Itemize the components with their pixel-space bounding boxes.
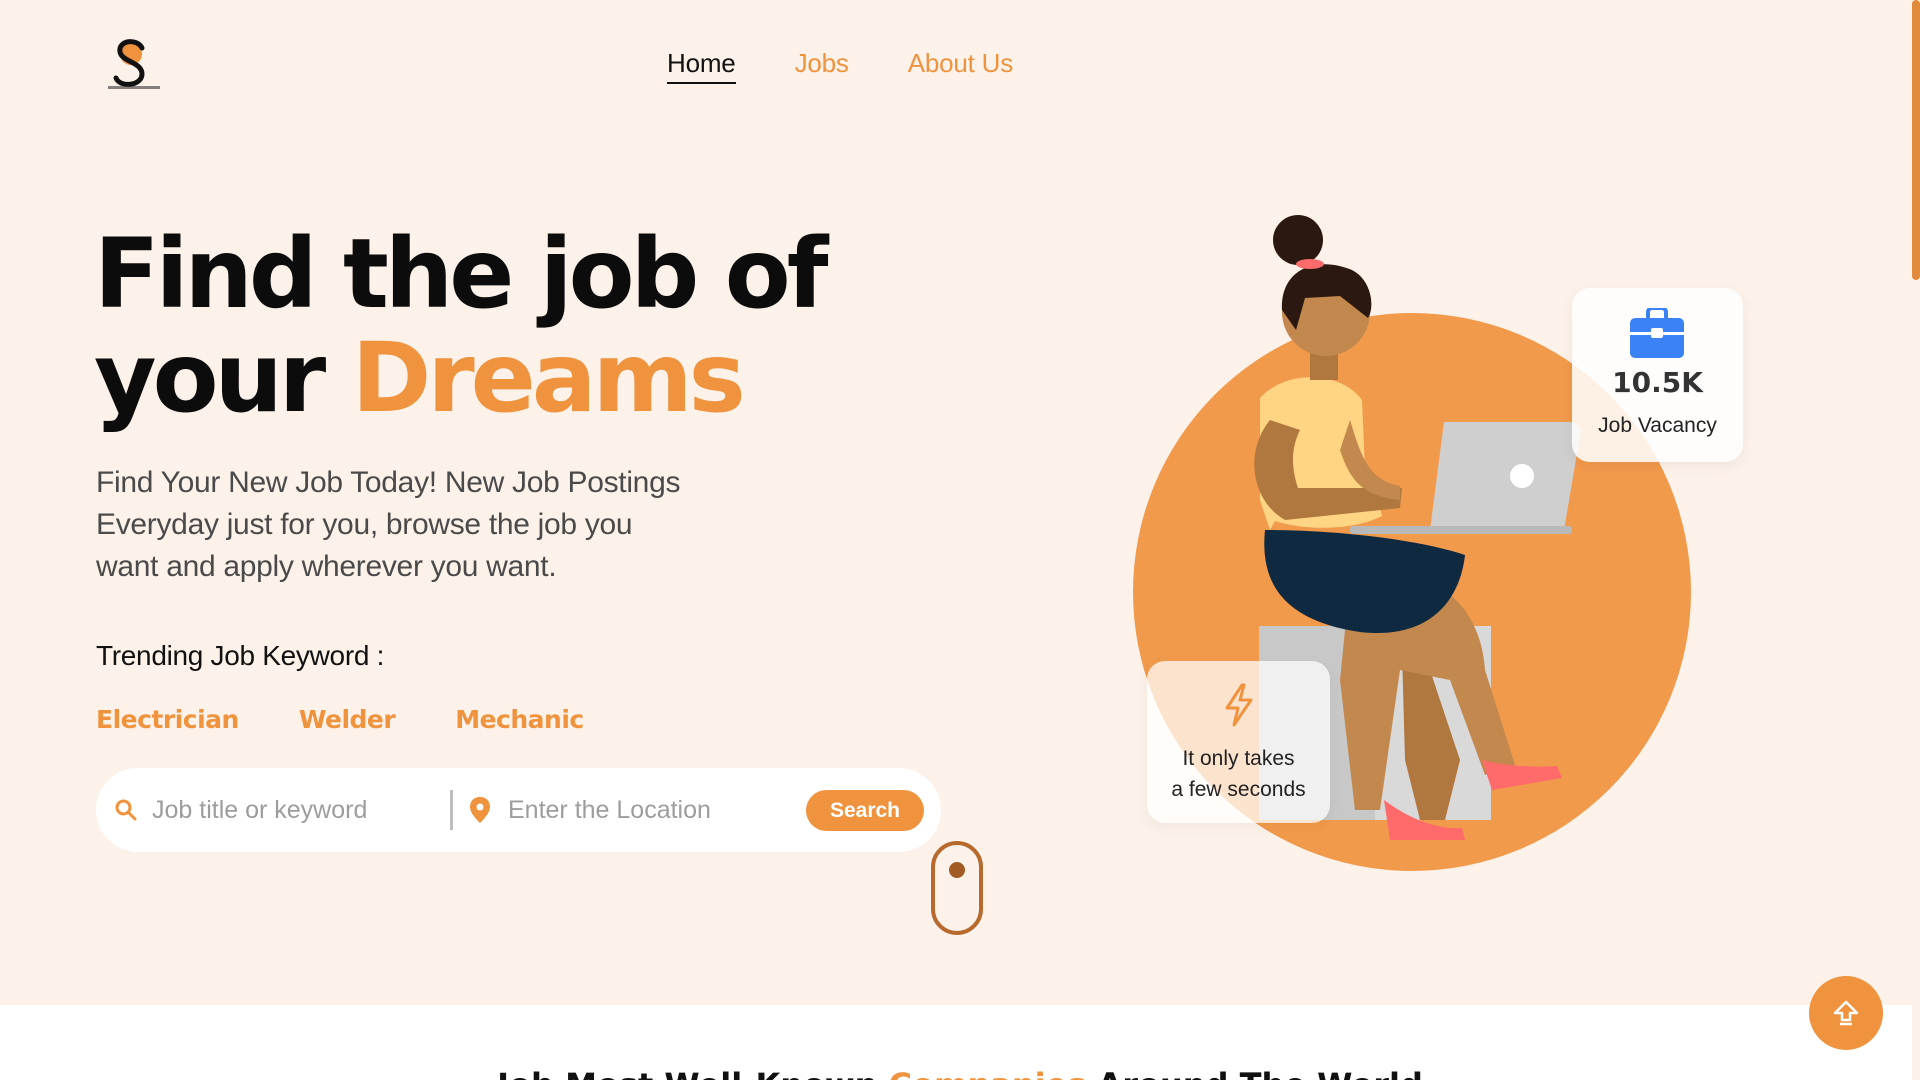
hero-subtitle-line3: want and apply wherever you want. xyxy=(96,550,557,583)
hero-subtitle-line2: Everyday just for you, browse the job yo… xyxy=(96,508,633,541)
hero-title-prefix: your xyxy=(94,322,326,434)
search-icon xyxy=(115,799,137,821)
job-vacancy-value: 10.5K xyxy=(1612,366,1703,399)
logo[interactable] xyxy=(104,36,164,94)
nav-jobs[interactable]: Jobs xyxy=(795,48,849,79)
briefcase-icon xyxy=(1630,308,1684,358)
hero-title-line1: Find the job of xyxy=(94,218,828,330)
job-vacancy-label: Job Vacancy xyxy=(1598,414,1717,437)
keyword-welder[interactable]: Welder xyxy=(299,705,396,734)
nav-about-us[interactable]: About Us xyxy=(908,48,1014,79)
trending-keywords: Electrician Welder Mechanic xyxy=(96,705,584,734)
search-divider xyxy=(450,790,453,830)
nav-home[interactable]: Home xyxy=(667,48,736,84)
search-button[interactable]: Search xyxy=(806,790,924,831)
search-bar: Search xyxy=(96,768,941,852)
speed-label: It only takes a few seconds xyxy=(1147,743,1330,805)
companies-heading-prefix: Job Most Well-Known xyxy=(497,1066,877,1080)
lightning-icon xyxy=(1225,683,1253,727)
speed-label-line2: a few seconds xyxy=(1171,778,1306,801)
mouse-scroll-icon[interactable] xyxy=(930,840,984,936)
speed-card: It only takes a few seconds xyxy=(1147,661,1330,823)
hero-subtitle-line1: Find Your New Job Today! New Job Posting… xyxy=(96,466,681,499)
speed-label-line1: It only takes xyxy=(1182,747,1295,770)
location-input[interactable] xyxy=(508,790,778,830)
hero-title-accent: Dreams xyxy=(351,322,746,434)
trending-label: Trending Job Keyword : xyxy=(96,640,385,671)
keyword-electrician[interactable]: Electrician xyxy=(96,705,239,734)
companies-heading-suffix: Around The World xyxy=(1097,1066,1422,1080)
logo-icon xyxy=(108,39,160,89)
keyword-mechanic[interactable]: Mechanic xyxy=(455,705,584,734)
companies-heading-accent: Companies xyxy=(889,1066,1087,1080)
hero-title: Find the job of your Dreams xyxy=(94,222,828,430)
job-vacancy-card: 10.5K Job Vacancy xyxy=(1572,288,1743,462)
location-pin-icon xyxy=(470,797,490,823)
job-title-input[interactable] xyxy=(152,790,422,830)
companies-heading: Job Most Well-Known Companies Around The… xyxy=(0,1066,1920,1080)
page: Home Jobs About Us Find the job of your … xyxy=(0,0,1920,1080)
main-nav: Home Jobs About Us xyxy=(667,48,1013,84)
scrollbar-thumb[interactable] xyxy=(1912,0,1920,280)
hero-subtitle: Find Your New Job Today! New Job Posting… xyxy=(96,462,736,588)
scroll-top-button[interactable] xyxy=(1809,976,1883,1050)
laptop xyxy=(1430,422,1581,530)
arrow-up-icon xyxy=(1833,1000,1859,1026)
